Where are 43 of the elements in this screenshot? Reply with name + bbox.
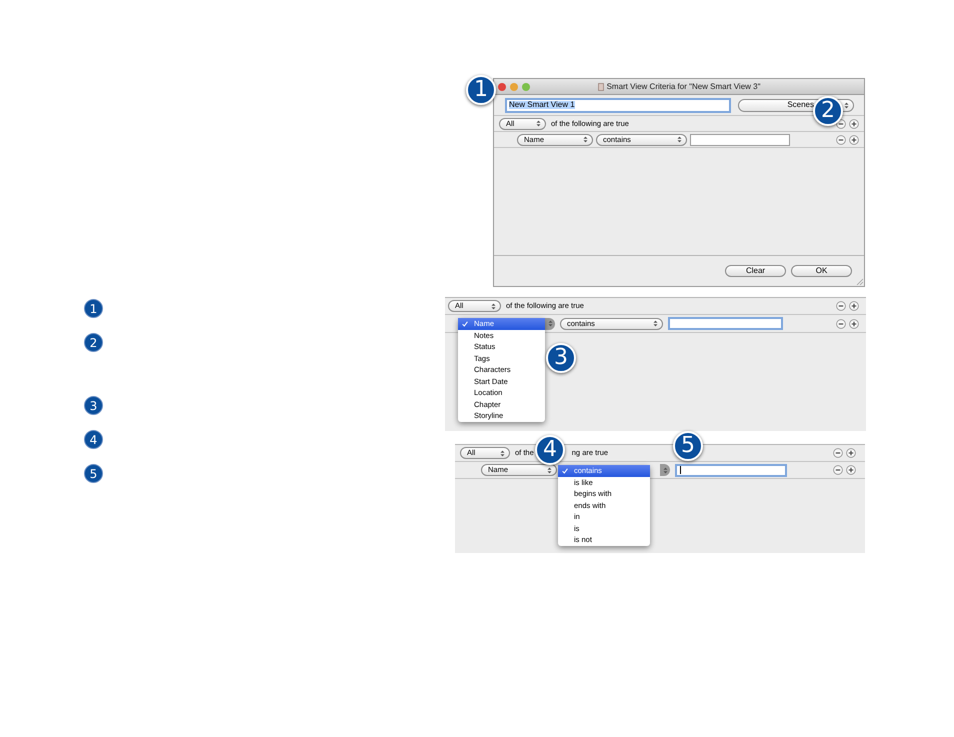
value-field[interactable] (675, 464, 787, 476)
legend-badge: 1 (84, 299, 103, 318)
stepper-arrows-icon (491, 302, 496, 310)
legend-badge: 2 (84, 333, 103, 352)
name-field[interactable]: New Smart View 1 (505, 98, 731, 112)
add-button[interactable] (849, 318, 859, 328)
add-button[interactable] (849, 301, 859, 311)
callout-badge: 1 (466, 75, 496, 105)
stepper-arrows-icon (536, 120, 541, 127)
operator-popup-arrows[interactable] (660, 464, 670, 476)
window-title: Smart View Criteria for "New Smart View 3" (606, 82, 760, 90)
remove-button[interactable] (833, 448, 843, 458)
field-popup-arrows[interactable] (545, 318, 555, 330)
remove-button[interactable] (836, 318, 846, 328)
value-field[interactable] (668, 317, 783, 330)
stepper-arrows-icon (677, 136, 682, 143)
remove-button[interactable] (833, 465, 843, 475)
add-button[interactable] (849, 134, 859, 144)
close-window-control[interactable] (498, 82, 506, 90)
callout-badge: 5 (673, 431, 703, 461)
dialog-button[interactable]: Clear (725, 265, 786, 277)
remove-button[interactable] (836, 301, 846, 311)
legend-badge: 4 (84, 430, 103, 449)
callout-badge: 4 (535, 435, 565, 465)
value-field[interactable] (690, 134, 790, 146)
add-button[interactable] (846, 448, 856, 458)
stepper-arrows-icon (547, 466, 552, 474)
stepper-arrows-icon (548, 320, 552, 327)
checkmark-icon (562, 468, 568, 474)
stepper-arrows-icon (500, 450, 505, 456)
legend-badge: 5 (84, 464, 103, 483)
add-button[interactable] (846, 465, 856, 475)
add-button[interactable] (849, 118, 859, 128)
stepper-arrows-icon (583, 136, 588, 143)
stepper-arrows-icon (844, 102, 849, 108)
remove-button[interactable] (836, 134, 846, 144)
legend-badge: 3 (84, 396, 103, 415)
stepper-arrows-icon (662, 466, 668, 474)
stepper-arrows-icon (653, 320, 658, 327)
resize-grip-icon[interactable] (856, 278, 863, 285)
document-icon (598, 82, 604, 90)
checkmark-icon (462, 320, 468, 327)
dialog-button[interactable]: OK (791, 265, 852, 277)
